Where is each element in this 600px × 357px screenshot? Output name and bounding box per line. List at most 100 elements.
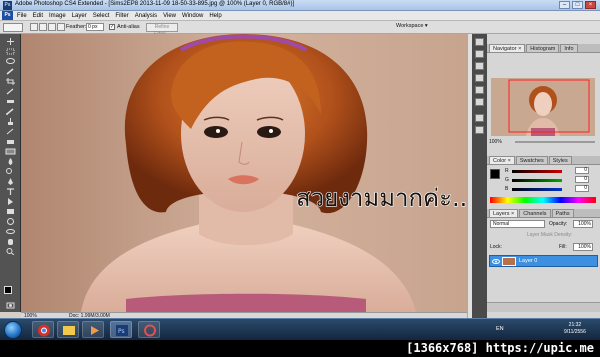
color-b-value[interactable]: 0 [575, 185, 589, 192]
opacity-input[interactable]: 100% [573, 220, 593, 228]
system-tray: EN 21:32 9/11/2556 [490, 319, 600, 340]
lasso-tool-icon[interactable] [5, 58, 16, 65]
brush-tool-icon[interactable] [5, 108, 16, 115]
menu-edit[interactable]: Edit [33, 13, 43, 19]
add-selection-button[interactable] [39, 23, 47, 31]
intersect-selection-button[interactable] [57, 23, 65, 31]
eraser-tool-icon[interactable] [5, 138, 16, 145]
crop-tool-icon[interactable] [5, 78, 16, 85]
panel-icon-7[interactable] [475, 114, 484, 122]
taskbar-chrome-icon[interactable] [32, 321, 54, 338]
tab-color[interactable]: Color × [489, 156, 515, 164]
subtract-selection-button[interactable] [48, 23, 56, 31]
dodge-tool-icon[interactable] [5, 168, 16, 175]
minimize-button[interactable]: – [559, 1, 570, 9]
panel-icon-6[interactable] [475, 98, 484, 106]
feather-input[interactable]: 0 px [86, 23, 104, 31]
taskbar-explorer-icon[interactable] [57, 321, 79, 338]
panel-icon-8[interactable] [475, 126, 484, 134]
svg-text:Ps: Ps [118, 328, 125, 335]
navigator-zoom-slider[interactable] [515, 141, 595, 143]
tab-histogram[interactable]: Histogram [526, 44, 560, 52]
menu-help[interactable]: Help [209, 13, 221, 19]
color-spectrum-bar[interactable] [490, 197, 596, 203]
gradient-tool-icon[interactable] [5, 148, 16, 155]
hand-tool-icon[interactable] [5, 238, 16, 245]
eye-icon[interactable] [492, 258, 500, 265]
layers-footer-toolbar [487, 302, 600, 312]
color-g-slider[interactable] [512, 179, 562, 182]
navigator-preview[interactable] [491, 78, 595, 136]
new-selection-button[interactable] [30, 23, 38, 31]
quick-mask-icon[interactable] [5, 302, 16, 309]
menu-window[interactable]: Window [182, 13, 203, 19]
close-button[interactable]: × [585, 1, 596, 9]
document-canvas[interactable]: สวยงามมากค่ะ..... [21, 34, 467, 312]
layer-row[interactable]: Layer 0 [489, 255, 598, 267]
ps-logo-icon: Ps [2, 11, 13, 20]
tab-layers[interactable]: Layers × [489, 209, 519, 217]
move-tool-icon[interactable] [5, 38, 16, 45]
refine-edge-button[interactable]: Refine Edge... [146, 23, 178, 37]
fill-input[interactable]: 100% [573, 243, 593, 251]
menu-image[interactable]: Image [49, 13, 66, 19]
layer-thumbnail [502, 257, 516, 266]
fill-label: Fill: [559, 244, 567, 250]
menu-file[interactable]: File [17, 13, 27, 19]
language-indicator[interactable]: EN [496, 326, 504, 332]
panel-icon-3[interactable] [475, 62, 484, 70]
taskbar-photoshop-icon[interactable]: Ps [110, 321, 132, 338]
panel-icon-4[interactable] [475, 74, 484, 82]
foreground-color-swatch[interactable] [4, 286, 12, 294]
start-button[interactable] [4, 321, 22, 339]
tab-paths[interactable]: Paths [551, 209, 574, 217]
3d-rotate-tool-icon[interactable] [5, 218, 16, 225]
type-tool-icon[interactable] [5, 188, 16, 195]
window-title: Adobe Photoshop CS4 Extended - [Sims2EP8… [15, 1, 295, 7]
navigator-zoom[interactable]: 100% [489, 139, 502, 145]
shape-tool-icon[interactable] [5, 208, 16, 215]
clock[interactable]: 21:32 9/11/2556 [564, 322, 586, 336]
menu-select[interactable]: Select [93, 13, 110, 19]
menu-filter[interactable]: Filter [115, 13, 128, 19]
panel-icon-1[interactable] [475, 38, 484, 46]
tab-swatches[interactable]: Swatches [515, 156, 548, 164]
quick-select-tool-icon[interactable] [5, 68, 16, 75]
color-row-b: B 0 [505, 185, 597, 193]
maximize-button[interactable]: □ [572, 1, 583, 9]
clone-stamp-tool-icon[interactable] [5, 118, 16, 125]
tab-styles[interactable]: Styles [548, 156, 572, 164]
color-r-slider[interactable] [512, 170, 562, 173]
taskbar-app-icon[interactable] [138, 321, 160, 338]
tab-info[interactable]: Info [560, 44, 578, 52]
taskbar-media-icon[interactable] [82, 321, 104, 338]
history-brush-tool-icon[interactable] [5, 128, 16, 135]
healing-brush-tool-icon[interactable] [5, 98, 16, 105]
color-tabs: Color × Swatches Styles [487, 156, 600, 165]
layer-mask-density-label: Layer Mask Density: [527, 232, 573, 238]
color-r-value[interactable]: 0 [575, 167, 589, 174]
menu-layer[interactable]: Layer [72, 13, 87, 19]
zoom-tool-icon[interactable] [5, 248, 16, 255]
clock-date: 9/11/2556 [564, 329, 586, 335]
tool-preset-picker[interactable] [3, 23, 23, 32]
menu-view[interactable]: View [163, 13, 176, 19]
tab-channels[interactable]: Channels [519, 209, 551, 217]
color-panel-swatch[interactable] [490, 169, 500, 179]
blur-tool-icon[interactable] [5, 158, 16, 165]
workspace-menu[interactable]: Workspace ▾ [396, 23, 428, 29]
tab-navigator[interactable]: Navigator × [489, 44, 526, 52]
marquee-tool-icon[interactable] [5, 48, 16, 55]
blend-mode-select[interactable]: Normal [490, 220, 545, 228]
pen-tool-icon[interactable] [5, 178, 16, 185]
layer-name[interactable]: Layer 0 [519, 258, 537, 264]
path-selection-tool-icon[interactable] [5, 198, 16, 205]
eyedropper-tool-icon[interactable] [5, 88, 16, 95]
menu-analysis[interactable]: Analysis [135, 13, 157, 19]
antialias-checkbox[interactable]: ✓ [109, 24, 115, 30]
panel-icon-2[interactable] [475, 50, 484, 58]
color-g-value[interactable]: 0 [575, 176, 589, 183]
panel-icon-5[interactable] [475, 86, 484, 94]
3d-orbit-tool-icon[interactable] [5, 228, 16, 235]
color-b-slider[interactable] [512, 188, 562, 191]
